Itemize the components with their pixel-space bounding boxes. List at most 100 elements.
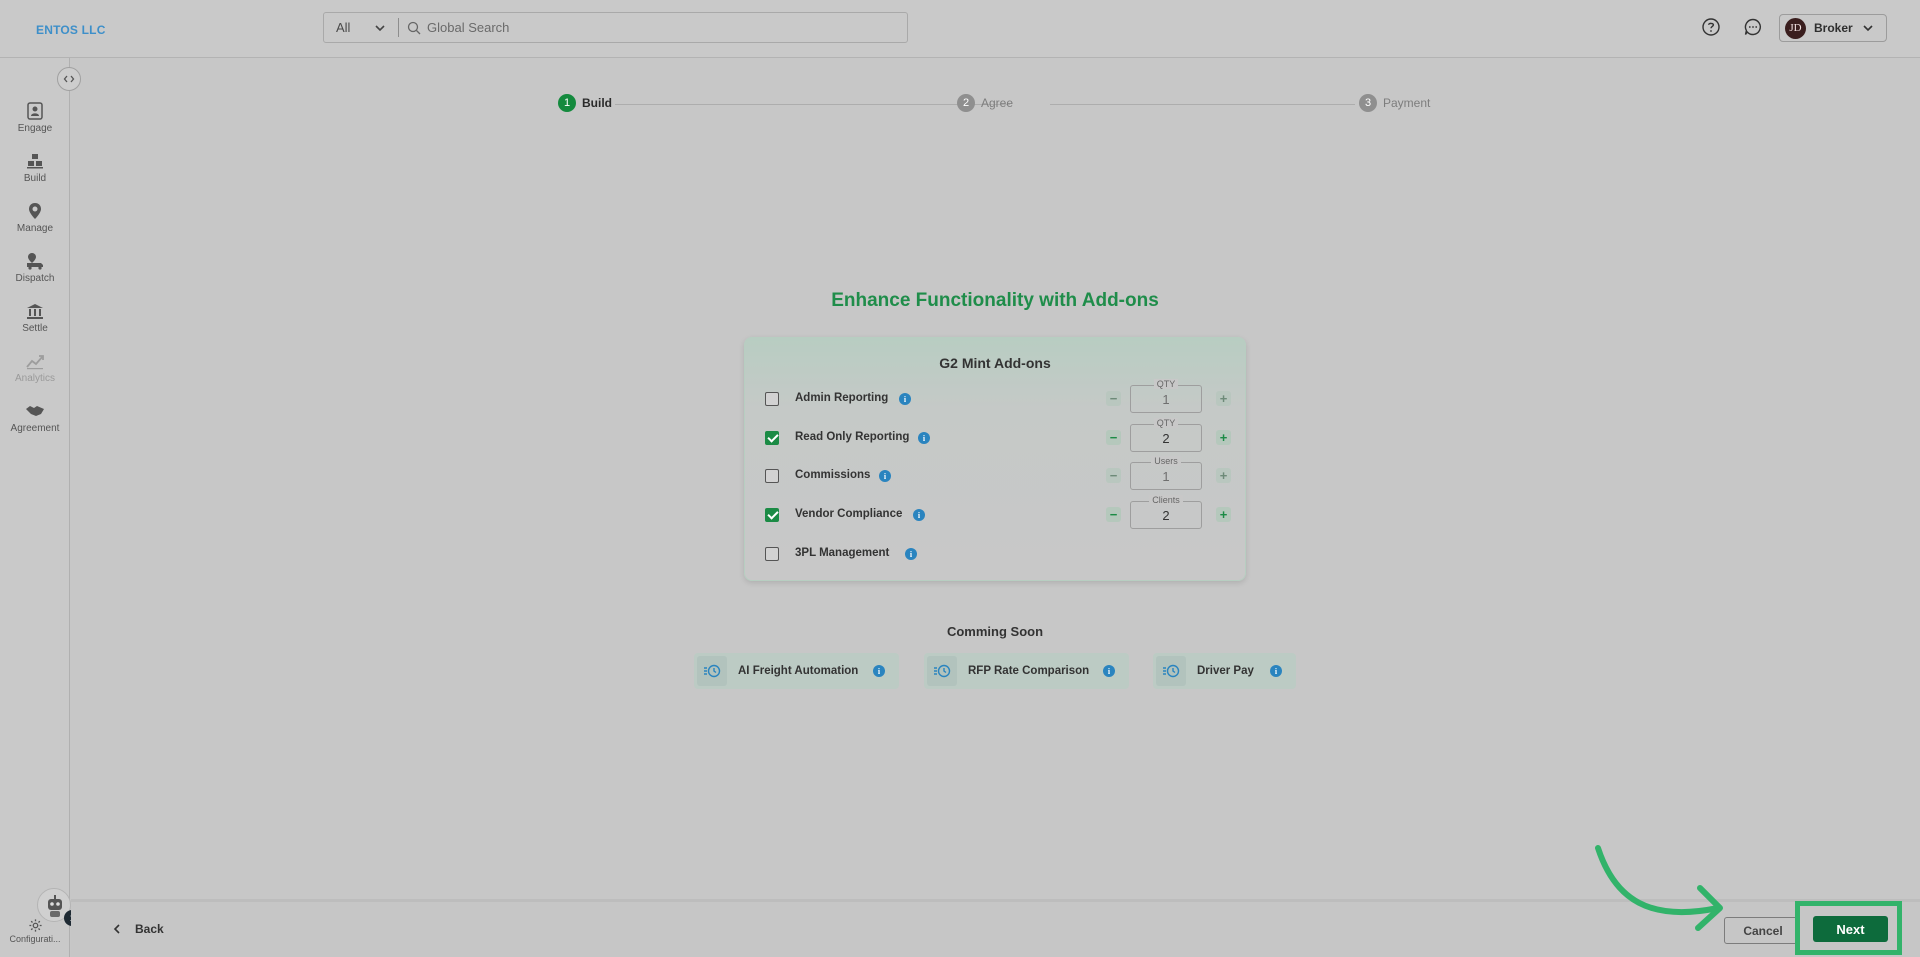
step-number: 2 (957, 94, 975, 112)
addon-label: Read Only Reporting (795, 431, 910, 443)
addon-label: 3PL Management (795, 547, 890, 559)
page-title: Enhance Functionality with Add-ons (831, 290, 1159, 311)
sidebar-item-configuration[interactable]: Configurati... (0, 918, 70, 944)
chevron-down-icon (1863, 25, 1873, 32)
chevron-left-icon (113, 924, 120, 934)
addon-row-read-only-reporting: Read Only Reporting i − QTY 2 + (745, 418, 1245, 454)
increment-button[interactable]: + (1216, 430, 1231, 445)
quantity-field[interactable]: Users 1 (1130, 456, 1202, 490)
search-input[interactable] (427, 20, 907, 35)
coming-soon-rfp-rate-comparison: RFP Rate Comparison i (924, 653, 1129, 689)
addon-checkbox[interactable] (765, 508, 779, 522)
sidebar-item-build[interactable]: Build (0, 151, 70, 184)
sidebar-item-label: Engage (17, 123, 53, 134)
top-bar: ENTOS LLC All JD Broker (0, 0, 1920, 58)
sidebar-collapse-button[interactable] (57, 67, 81, 91)
quantity-value: 2 (1162, 431, 1170, 446)
user-menu[interactable]: JD Broker (1779, 14, 1887, 42)
sidebar-item-label: Agreement (10, 423, 60, 434)
decrement-button[interactable]: − (1106, 468, 1121, 483)
sidebar (0, 58, 70, 957)
step-label: Agree (981, 96, 1014, 110)
info-icon[interactable]: i (1270, 665, 1282, 677)
chat-icon[interactable] (1743, 17, 1763, 37)
clock-history-icon (704, 664, 721, 678)
next-button[interactable]: Next (1813, 916, 1888, 942)
addon-row-admin-reporting: Admin Reporting i − QTY 1 + (745, 379, 1245, 415)
step-connector (615, 104, 1010, 105)
sidebar-item-manage[interactable]: Manage (0, 201, 70, 234)
addon-label: Vendor Compliance (795, 508, 903, 520)
gear-icon (28, 919, 42, 932)
search-scope-select[interactable]: All (324, 18, 399, 37)
info-icon[interactable]: i (913, 509, 925, 521)
quantity-value: 1 (1162, 392, 1170, 407)
info-icon[interactable]: i (899, 393, 911, 405)
search-scope-value: All (336, 20, 351, 35)
quantity-label: QTY (1153, 418, 1179, 428)
avatar: JD (1785, 17, 1806, 39)
coming-soon-title: Comming Soon (946, 624, 1044, 639)
quantity-value: 1 (1162, 469, 1170, 484)
guide-arrow-icon (1595, 845, 1723, 931)
sidebar-item-label: Configurati... (9, 934, 61, 944)
addon-label: Admin Reporting (795, 392, 889, 404)
coming-soon-label: Driver Pay (1197, 665, 1254, 677)
clock-history-icon (934, 664, 951, 678)
quantity-field[interactable]: Clients 2 (1130, 495, 1202, 529)
search-icon (407, 21, 421, 34)
step-agree[interactable]: 2 Agree (957, 94, 1013, 112)
step-payment[interactable]: 3 Payment (1359, 94, 1430, 112)
coming-soon-driver-pay: Driver Pay i (1153, 653, 1296, 689)
addon-checkbox[interactable] (765, 469, 779, 483)
chevron-down-icon (375, 24, 385, 31)
quantity-field[interactable]: QTY 2 (1130, 418, 1202, 452)
decrement-button[interactable]: − (1106, 391, 1121, 406)
card-title: G2 Mint Add-ons (939, 355, 1051, 371)
info-icon[interactable]: i (873, 665, 885, 677)
sidebar-item-label: Manage (16, 223, 54, 234)
decrement-button[interactable]: − (1106, 507, 1121, 522)
build-icon (27, 154, 43, 169)
step-number: 1 (558, 94, 576, 112)
checkout-stepper: 1 Build 2 Agree 3 Payment (558, 94, 1430, 116)
quantity-label: Clients (1149, 495, 1183, 505)
info-icon[interactable]: i (905, 548, 917, 560)
addon-checkbox[interactable] (765, 392, 779, 406)
sidebar-item-settle[interactable]: Settle (0, 301, 70, 334)
help-icon[interactable] (1701, 17, 1721, 37)
info-icon[interactable]: i (918, 432, 930, 444)
quantity-field[interactable]: QTY 1 (1130, 379, 1202, 413)
addon-label: Commissions (795, 469, 871, 481)
sidebar-item-analytics[interactable]: Analytics (0, 351, 70, 384)
cancel-button[interactable]: Cancel (1724, 917, 1802, 944)
increment-button[interactable]: + (1216, 468, 1231, 483)
increment-button[interactable]: + (1216, 391, 1231, 406)
handshake-icon (26, 406, 44, 416)
back-button[interactable]: Back (111, 922, 164, 936)
coming-soon-label: AI Freight Automation (738, 665, 859, 677)
decrement-button[interactable]: − (1106, 430, 1121, 445)
sidebar-item-engage[interactable]: Engage (0, 101, 70, 134)
dispatch-icon (27, 253, 43, 270)
sidebar-item-label: Build (23, 173, 47, 184)
quantity-label: QTY (1153, 379, 1179, 389)
company-name[interactable]: ENTOS LLC (36, 23, 106, 37)
sidebar-item-agreement[interactable]: Agreement (0, 401, 70, 434)
addon-row-vendor-compliance: Vendor Compliance i − Clients 2 + (745, 495, 1245, 531)
step-build[interactable]: 1 Build (558, 94, 612, 112)
addon-checkbox[interactable] (765, 547, 779, 561)
info-icon[interactable]: i (1103, 665, 1115, 677)
addon-row-3pl-management: 3PL Management i (745, 540, 1245, 570)
addon-checkbox[interactable] (765, 431, 779, 445)
increment-button[interactable]: + (1216, 507, 1231, 522)
engage-icon (27, 102, 43, 120)
global-search: All (323, 12, 908, 43)
sidebar-item-dispatch[interactable]: Dispatch (0, 251, 70, 284)
step-label: Payment (1383, 96, 1431, 110)
settle-icon (27, 304, 43, 319)
coming-soon-label: RFP Rate Comparison (968, 665, 1090, 677)
clock-history-icon (1163, 664, 1180, 678)
sidebar-item-label: Dispatch (15, 273, 55, 284)
info-icon[interactable]: i (879, 470, 891, 482)
